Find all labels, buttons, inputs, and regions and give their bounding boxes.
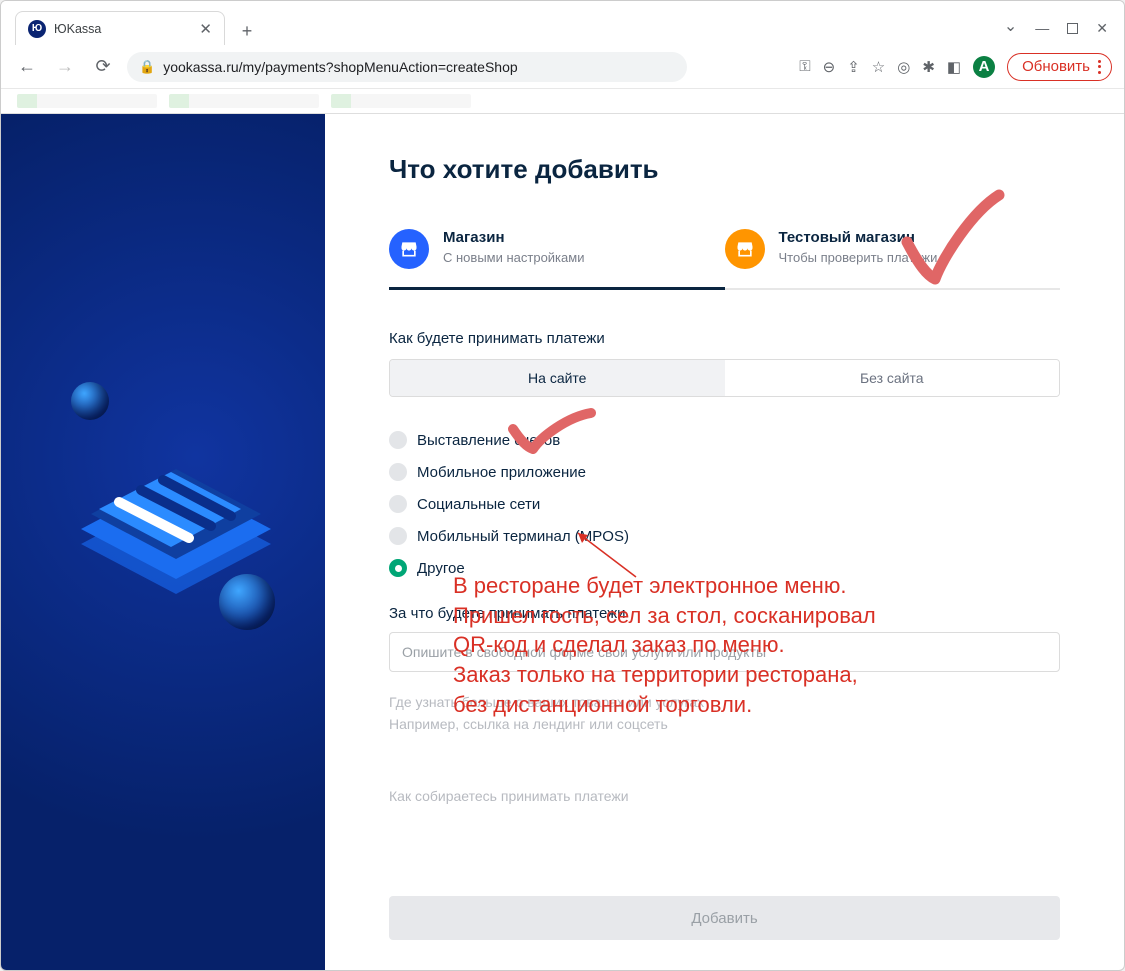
radio-dot-icon	[389, 527, 407, 545]
window-controls	[1004, 11, 1124, 45]
nav-back-icon[interactable]: ←	[13, 53, 41, 81]
radio-mobile-app[interactable]: Мобильное приложение	[389, 463, 1060, 481]
addr-icons: ⚿ ⊖ ⇪ ☆ ◎ ✱ ◧ A Обновить	[799, 53, 1112, 81]
radio-dot-selected-icon	[389, 559, 407, 577]
accept-segmented: На сайте Без сайта	[389, 359, 1060, 397]
share-icon[interactable]: ⇪	[847, 58, 860, 76]
tab-shop-title: Магазин	[443, 229, 584, 246]
bookmark-icon[interactable]: ☆	[872, 58, 885, 76]
more-info-hint: Например, ссылка на лендинг или соцсеть	[389, 716, 1060, 732]
radio-other[interactable]: Другое	[389, 559, 1060, 577]
sidebar-hero	[1, 114, 325, 970]
sidepanel-icon[interactable]: ◧	[947, 58, 961, 76]
how-accept-label: Как собираетесь принимать платежи	[389, 788, 1060, 804]
extensions-icon[interactable]: ✱	[922, 58, 935, 76]
submit-button[interactable]: Добавить	[389, 896, 1060, 940]
update-label: Обновить	[1022, 58, 1090, 75]
new-tab-button[interactable]: +	[233, 17, 261, 45]
shop-type-tabs: Магазин С новыми настройками Тестовый ма…	[389, 221, 1060, 290]
profile-avatar[interactable]: A	[973, 56, 995, 78]
nav-reload-icon[interactable]: ⟳	[89, 53, 117, 81]
tab-test-shop[interactable]: Тестовый магазин Чтобы проверить платежи	[725, 221, 1061, 290]
more-info-section: Где узнать больше о ваших товарах или ус…	[389, 694, 1060, 732]
bookmark-item[interactable]	[17, 94, 157, 108]
radio-invoicing[interactable]: Выставление счетов	[389, 431, 1060, 449]
tab-shop[interactable]: Магазин С новыми настройками	[389, 221, 725, 290]
window-minimize-icon[interactable]	[1035, 20, 1049, 36]
titlebar: Ю ЮKassa ✕ +	[1, 1, 1124, 45]
tab-test-sub: Чтобы проверить платежи	[779, 250, 938, 265]
shop-icon	[389, 229, 429, 269]
tabs-strip: Ю ЮKassa ✕ +	[1, 1, 261, 45]
window-maximize-icon[interactable]	[1067, 23, 1078, 34]
radio-dot-icon	[389, 431, 407, 449]
tab-title: ЮKassa	[54, 22, 101, 36]
decor-sphere-icon	[71, 382, 109, 420]
page: Что хотите добавить Магазин С новыми нас…	[1, 113, 1124, 970]
radio-social[interactable]: Социальные сети	[389, 495, 1060, 513]
zoom-icon[interactable]: ⊖	[823, 58, 836, 76]
more-info-label: Где узнать больше о ваших товарах или ус…	[389, 694, 1060, 710]
url-text: yookassa.ru/my/payments?shopMenuAction=c…	[163, 59, 517, 75]
tab-close-icon[interactable]: ✕	[199, 20, 212, 38]
key-icon[interactable]: ⚿	[799, 58, 810, 75]
seg-off-site[interactable]: Без сайта	[725, 360, 1060, 396]
bookmark-item[interactable]	[331, 94, 471, 108]
accept-label: Как будете принимать платежи	[389, 330, 1060, 347]
kebab-icon	[1098, 60, 1101, 74]
desc-input[interactable]	[389, 632, 1060, 672]
radio-mpos[interactable]: Мобильный терминал (MPOS)	[389, 527, 1060, 545]
payment-method-radios: Выставление счетов Мобильное приложение …	[389, 431, 1060, 577]
bookmark-item[interactable]	[169, 94, 319, 108]
lock-icon: 🔒	[139, 59, 155, 75]
favicon-icon: Ю	[28, 20, 46, 38]
browser-window: Ю ЮKassa ✕ + ← → ⟳ 🔒 yookassa.ru/my/paym…	[0, 0, 1125, 971]
desc-label: За что будете принимать платежи	[389, 605, 1060, 622]
radio-dot-icon	[389, 463, 407, 481]
nav-forward-icon: →	[51, 53, 79, 81]
content: Что хотите добавить Магазин С новыми нас…	[325, 114, 1124, 970]
tab-shop-sub: С новыми настройками	[443, 250, 584, 265]
decor-sphere-icon	[219, 574, 275, 630]
browser-tab[interactable]: Ю ЮKassa ✕	[15, 11, 225, 45]
window-close-icon[interactable]	[1096, 20, 1108, 37]
update-button[interactable]: Обновить	[1007, 53, 1112, 81]
radio-dot-icon	[389, 495, 407, 513]
chevron-down-icon[interactable]	[1004, 18, 1017, 38]
address-bar: ← → ⟳ 🔒 yookassa.ru/my/payments?shopMenu…	[1, 45, 1124, 89]
test-shop-icon	[725, 229, 765, 269]
shield-icon[interactable]: ◎	[897, 58, 910, 76]
seg-on-site[interactable]: На сайте	[390, 360, 725, 396]
page-title: Что хотите добавить	[389, 154, 1060, 185]
url-box[interactable]: 🔒 yookassa.ru/my/payments?shopMenuAction…	[127, 52, 687, 82]
bookmarks-bar	[1, 89, 1124, 113]
tab-test-title: Тестовый магазин	[779, 229, 938, 246]
